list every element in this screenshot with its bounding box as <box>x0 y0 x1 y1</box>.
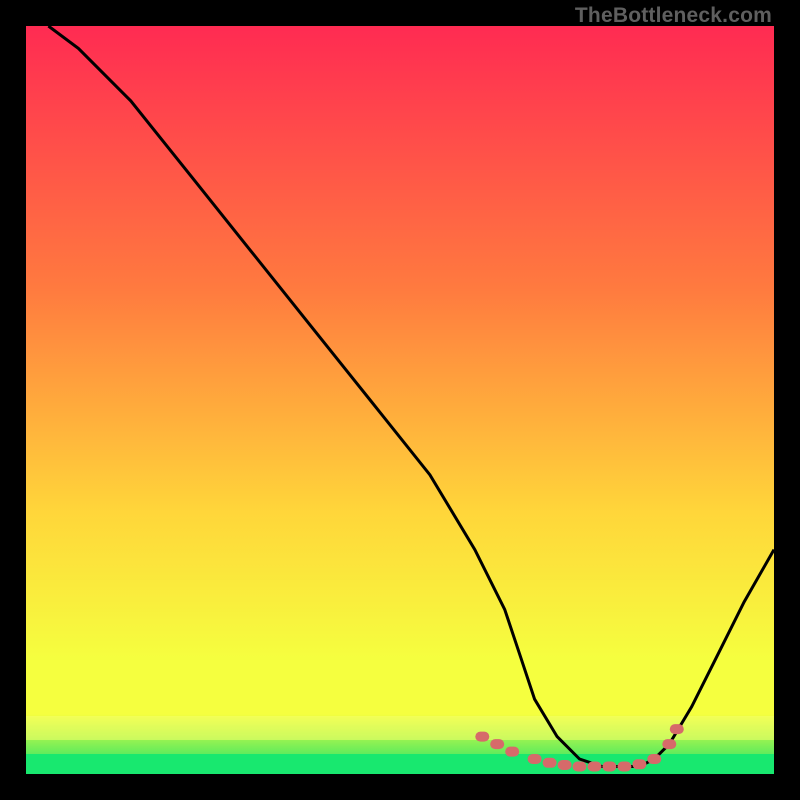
yellow-band <box>26 716 774 740</box>
marker-dot <box>670 724 684 734</box>
chart-frame <box>26 26 774 774</box>
marker-dot <box>602 762 616 772</box>
marker-dot <box>573 762 587 772</box>
gradient-background <box>26 26 774 774</box>
green-band <box>26 754 774 774</box>
marker-dot <box>490 739 504 749</box>
marker-dot <box>588 762 602 772</box>
marker-dot <box>558 760 572 770</box>
marker-dot <box>475 732 489 742</box>
marker-dot <box>632 759 646 769</box>
marker-dot <box>543 758 557 768</box>
bottleneck-chart <box>26 26 774 774</box>
marker-dot <box>528 754 542 764</box>
marker-dot <box>647 754 661 764</box>
marker-dot <box>617 762 631 772</box>
marker-dot <box>505 747 519 757</box>
marker-dot <box>662 739 676 749</box>
watermark-text: TheBottleneck.com <box>575 4 772 28</box>
